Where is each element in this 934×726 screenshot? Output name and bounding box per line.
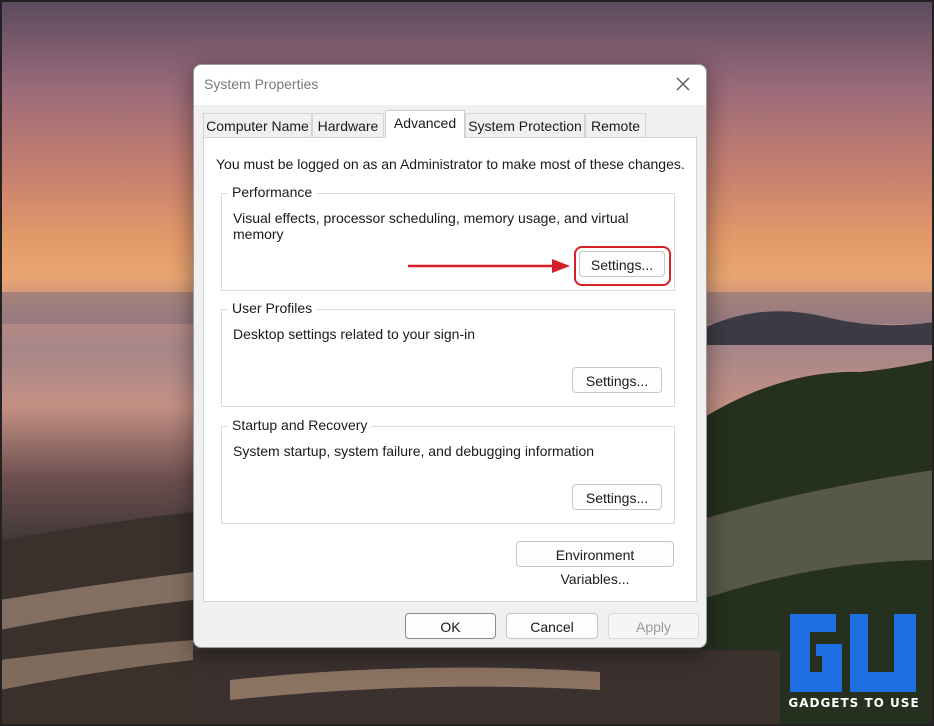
close-icon — [676, 77, 690, 91]
environment-variables-button[interactable]: Environment Variables... — [516, 541, 674, 587]
group-description: Desktop settings related to your sign-in — [233, 326, 476, 342]
tab-computer-name[interactable]: Computer Name — [203, 113, 312, 137]
gadgets-to-use-logo: GADGETS TO USE — [782, 610, 926, 722]
tab-hardware[interactable]: Hardware — [312, 113, 384, 137]
group-title: Performance — [228, 184, 317, 200]
tab-advanced[interactable]: Advanced — [385, 110, 465, 138]
title-bar: System Properties — [194, 65, 706, 105]
user-profiles-settings-button[interactable]: Settings... — [572, 367, 662, 393]
tab-system-protection[interactable]: System Protection — [465, 113, 585, 137]
startup-recovery-settings-button[interactable]: Settings... — [572, 484, 662, 510]
highlight-box — [574, 246, 671, 286]
system-properties-dialog: System Properties Computer Name Hardware… — [193, 64, 707, 648]
group-description: System startup, system failure, and debu… — [233, 443, 595, 459]
arrow-icon — [408, 259, 570, 273]
ok-button[interactable]: OK — [405, 613, 496, 639]
admin-notice: You must be logged on as an Administrato… — [216, 156, 685, 172]
cancel-button[interactable]: Cancel — [506, 613, 598, 639]
tab-remote[interactable]: Remote — [585, 113, 646, 137]
dialog-title: System Properties — [204, 76, 319, 92]
group-description: Visual effects, processor scheduling, me… — [233, 210, 629, 242]
apply-button[interactable]: Apply — [608, 613, 699, 639]
logo-mark — [790, 614, 916, 692]
logo-wordmark: GADGETS TO USE — [788, 696, 920, 710]
group-title: Startup and Recovery — [228, 417, 372, 433]
group-title: User Profiles — [228, 300, 317, 316]
close-button[interactable] — [668, 70, 698, 98]
